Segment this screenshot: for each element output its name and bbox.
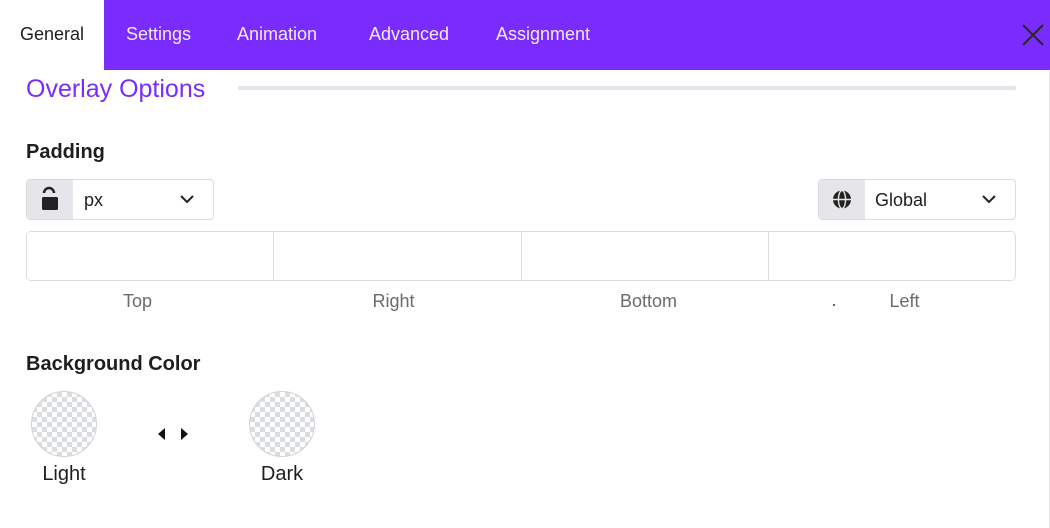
scope-value: Global bbox=[875, 190, 928, 210]
padding-bottom-label: Bottom bbox=[619, 291, 678, 311]
scope-select[interactable]: Global bbox=[818, 179, 1016, 220]
globe-icon-box bbox=[819, 180, 865, 219]
light-label: Light bbox=[42, 463, 86, 485]
tab-general[interactable]: General bbox=[0, 0, 104, 70]
chevron-down-icon bbox=[982, 195, 996, 204]
background-color-label: Background Color bbox=[26, 353, 201, 375]
dark-label: Dark bbox=[260, 463, 304, 485]
tab-settings[interactable]: Settings bbox=[126, 0, 191, 70]
padding-right-input[interactable] bbox=[274, 232, 522, 280]
tab-assignment[interactable]: Assignment bbox=[496, 0, 590, 70]
section-divider bbox=[238, 86, 1016, 90]
padding-inputs bbox=[26, 231, 1016, 281]
tab-animation[interactable]: Animation bbox=[237, 0, 317, 70]
padding-top-label: Top bbox=[122, 291, 153, 311]
unit-select[interactable]: px bbox=[26, 179, 214, 220]
padding-label: Padding bbox=[26, 141, 105, 163]
tab-advanced[interactable]: Advanced bbox=[369, 0, 449, 70]
section-title: Overlay Options bbox=[26, 75, 206, 103]
light-color-swatch[interactable] bbox=[31, 391, 97, 457]
padding-right-label: Right bbox=[372, 291, 415, 311]
padding-left-input[interactable] bbox=[768, 232, 1015, 280]
swap-arrows-icon[interactable] bbox=[154, 426, 192, 442]
lock-toggle[interactable] bbox=[27, 180, 73, 219]
padding-top-input[interactable] bbox=[27, 232, 275, 280]
chevron-down-icon bbox=[180, 195, 194, 204]
stray-dot bbox=[833, 304, 835, 306]
lock-open-icon bbox=[42, 186, 58, 210]
dark-color-swatch[interactable] bbox=[249, 391, 315, 457]
tab-bar: General Settings Animation Advanced Assi… bbox=[0, 0, 1050, 70]
padding-left-label: Left bbox=[889, 291, 920, 311]
close-icon[interactable] bbox=[1020, 22, 1046, 48]
padding-bottom-input[interactable] bbox=[521, 232, 769, 280]
globe-icon bbox=[833, 189, 851, 210]
unit-value: px bbox=[84, 190, 104, 210]
